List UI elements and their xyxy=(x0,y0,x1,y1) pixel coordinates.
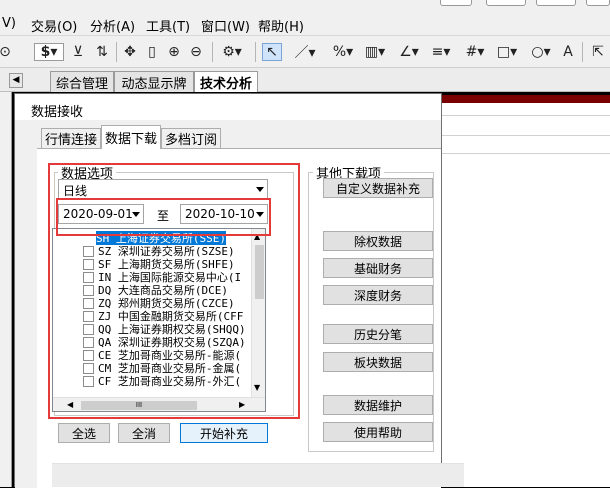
background-chart-area xyxy=(440,95,610,487)
top-button[interactable] xyxy=(586,0,610,6)
menu-window[interactable]: 窗口(W) xyxy=(201,16,250,35)
top-button[interactable] xyxy=(440,0,472,6)
tick-history-button[interactable]: 历史分笔 xyxy=(323,324,433,344)
main-tab-strip: ◀ 综合管理 动态显示牌 技术分析 xyxy=(0,68,610,92)
background-red-bar xyxy=(440,95,610,103)
ex-rights-data-button[interactable]: 除权数据 xyxy=(323,231,433,251)
menu-view[interactable]: V) xyxy=(2,16,16,31)
dialog-title: 数据接收 xyxy=(15,94,441,120)
parallel-tool-icon[interactable]: ≡▾ xyxy=(428,43,454,61)
line-tool-icon[interactable]: ／▾ xyxy=(292,43,318,61)
tab-overview[interactable]: 综合管理 xyxy=(50,71,114,92)
text-tool-icon[interactable]: A xyxy=(560,43,576,61)
rectangle-tool-icon[interactable]: □▾ xyxy=(494,43,520,61)
tab-multi-level-subscribe[interactable]: 多档订阅 xyxy=(161,128,221,148)
tab-market-connection[interactable]: 行情连接 xyxy=(41,128,101,148)
circle-tool-icon[interactable]: ○▾ xyxy=(528,43,554,61)
percent-tool-icon[interactable]: %▾ xyxy=(330,43,356,61)
currency-dropdown-icon[interactable]: $▾ xyxy=(34,43,64,61)
cursor-icon[interactable]: ↖ xyxy=(262,43,282,61)
left-panel-strip xyxy=(0,92,12,487)
tab-dynamic-board[interactable]: 动态显示牌 xyxy=(114,71,194,92)
swap-icon[interactable]: ⇅ xyxy=(94,43,110,61)
toolbar: ⊙ $▾ ⊻ ⇅ ✥ ▯ ⊕ ⊖ ⚙▾ ↖ ／▾ %▾ ▥▾ ∠▾ ≡▾ #▾ … xyxy=(0,36,610,68)
zoom-in-icon[interactable]: ⊕ xyxy=(166,43,182,61)
menu-bar: V) 交易(O) 分析(A) 工具(T) 窗口(W) 帮助(H) xyxy=(0,0,610,36)
angle-tool-icon[interactable]: ∠▾ xyxy=(396,43,422,61)
filter-icon[interactable]: ⊻ xyxy=(70,43,86,61)
deselect-all-button[interactable]: 全消 xyxy=(118,423,170,443)
menu-tools[interactable]: 工具(T) xyxy=(146,16,190,35)
zoom-out-icon[interactable]: ⊖ xyxy=(188,43,204,61)
sector-data-button[interactable]: 板块数据 xyxy=(323,352,433,372)
dialog-status-area xyxy=(52,463,464,487)
select-all-button[interactable]: 全选 xyxy=(58,423,110,443)
start-fill-button[interactable]: 开始补充 xyxy=(180,423,268,443)
tab-technical-analysis[interactable]: 技术分析 xyxy=(194,71,258,92)
tab-data-download[interactable]: 数据下载 xyxy=(101,125,161,149)
move-icon[interactable]: ✥ xyxy=(122,43,138,61)
hash-tool-icon[interactable]: #▾ xyxy=(462,43,488,61)
data-maintenance-button[interactable]: 数据维护 xyxy=(323,395,433,415)
menu-help[interactable]: 帮助(H) xyxy=(258,16,304,35)
settings-dropdown-icon[interactable]: ⚙▾ xyxy=(218,43,246,61)
basic-finance-button[interactable]: 基础财务 xyxy=(323,258,433,278)
usage-help-button[interactable]: 使用帮助 xyxy=(323,422,433,442)
column-icon[interactable]: ▯ xyxy=(146,43,158,61)
menu-analysis[interactable]: 分析(A) xyxy=(90,16,135,35)
highlight-date-range xyxy=(56,198,271,236)
more-tools-icon[interactable]: ⇱ xyxy=(590,43,606,61)
custom-data-fill-button[interactable]: 自定义数据补充 xyxy=(323,178,433,198)
dialog-tabs: 行情连接 数据下载 多档订阅 xyxy=(15,120,441,149)
grid-tool-icon[interactable]: ▥▾ xyxy=(362,43,388,61)
deep-finance-button[interactable]: 深度财务 xyxy=(323,285,433,305)
record-icon[interactable]: ⊙ xyxy=(0,43,11,61)
top-button[interactable] xyxy=(536,0,576,6)
menu-trade[interactable]: 交易(O) xyxy=(31,16,77,35)
tab-scroll-left-icon[interactable]: ◀ xyxy=(9,73,23,88)
top-button[interactable] xyxy=(486,0,526,6)
